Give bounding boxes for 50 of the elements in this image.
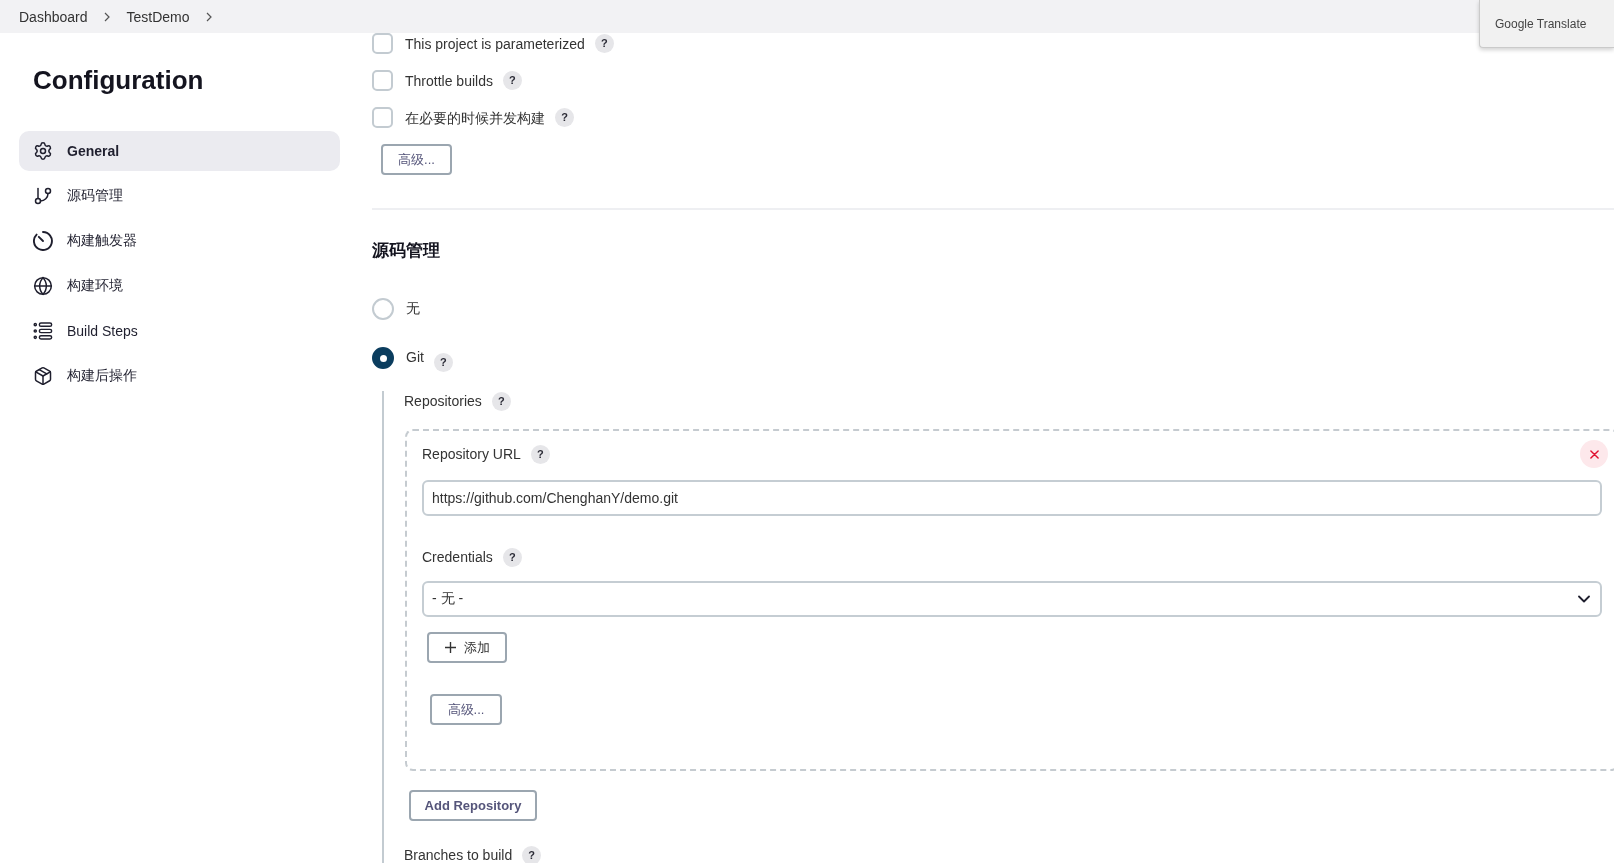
breadcrumb-link[interactable]: Dashboard bbox=[19, 8, 88, 25]
package-icon bbox=[33, 366, 53, 386]
delete-button[interactable] bbox=[1580, 440, 1608, 468]
help-button[interactable]: ? bbox=[491, 391, 511, 411]
section-heading: 源码管理 bbox=[372, 240, 441, 262]
field-label: Credentials bbox=[422, 548, 493, 567]
advanced-button[interactable]: 高级... bbox=[430, 694, 502, 725]
sidebar-item[interactable]: 构建触发器 bbox=[19, 221, 340, 261]
chevron-right-icon bbox=[103, 11, 110, 22]
option-label: 在必要的时候并发构建 bbox=[405, 108, 545, 128]
option-label: This project is parameterized bbox=[405, 34, 585, 54]
field-label: Repository URL bbox=[422, 445, 521, 464]
help-button[interactable]: ? bbox=[594, 34, 614, 53]
help-button[interactable]: ? bbox=[502, 547, 522, 567]
option-label: Throttle builds bbox=[405, 71, 493, 91]
sidebar-item[interactable]: 源码管理 bbox=[19, 176, 340, 216]
globe-icon bbox=[33, 276, 53, 296]
help-button[interactable]: ? bbox=[530, 444, 550, 464]
sidebar-item[interactable]: Build Steps bbox=[19, 311, 340, 351]
checkbox[interactable] bbox=[372, 33, 393, 54]
gear-icon bbox=[33, 141, 53, 161]
chevron-down-icon bbox=[1578, 595, 1590, 603]
branch-icon bbox=[33, 186, 53, 206]
sidebar-item[interactable]: 构建后操作 bbox=[19, 356, 340, 396]
sidebar-item[interactable]: 构建环境 bbox=[19, 266, 340, 306]
page-title: Configuration bbox=[33, 64, 205, 96]
checkbox[interactable] bbox=[372, 107, 393, 128]
breadcrumb-link[interactable]: TestDemo bbox=[126, 8, 190, 25]
option-label: Git bbox=[406, 348, 424, 367]
checkbox[interactable] bbox=[372, 70, 393, 91]
credentials-select[interactable]: - 无 - bbox=[422, 581, 1602, 617]
help-button[interactable]: ? bbox=[502, 71, 522, 90]
close-icon bbox=[1589, 449, 1599, 459]
timer-icon bbox=[33, 231, 53, 251]
help-button[interactable]: ? bbox=[555, 108, 574, 127]
help-button[interactable]: ? bbox=[522, 845, 542, 863]
field-label: Repositories bbox=[404, 392, 482, 411]
chevron-right-icon bbox=[205, 11, 212, 22]
option-label: 无 bbox=[406, 299, 420, 318]
add-button[interactable]: 添加 bbox=[427, 632, 507, 663]
help-button[interactable]: ? bbox=[433, 353, 453, 372]
add-repository-button[interactable]: Add Repository bbox=[409, 790, 537, 821]
plus-icon bbox=[444, 642, 456, 653]
field-label: Branches to build bbox=[404, 846, 513, 863]
translate-link[interactable]: Google Translate bbox=[1495, 16, 1587, 31]
radio-button[interactable] bbox=[372, 347, 394, 369]
list-icon bbox=[33, 321, 53, 341]
advanced-button[interactable]: 高级... bbox=[381, 144, 452, 175]
sidebar-item[interactable]: General bbox=[19, 131, 340, 171]
url-field[interactable]: https://github.com/ChenghanY/demo.git bbox=[422, 480, 1602, 516]
